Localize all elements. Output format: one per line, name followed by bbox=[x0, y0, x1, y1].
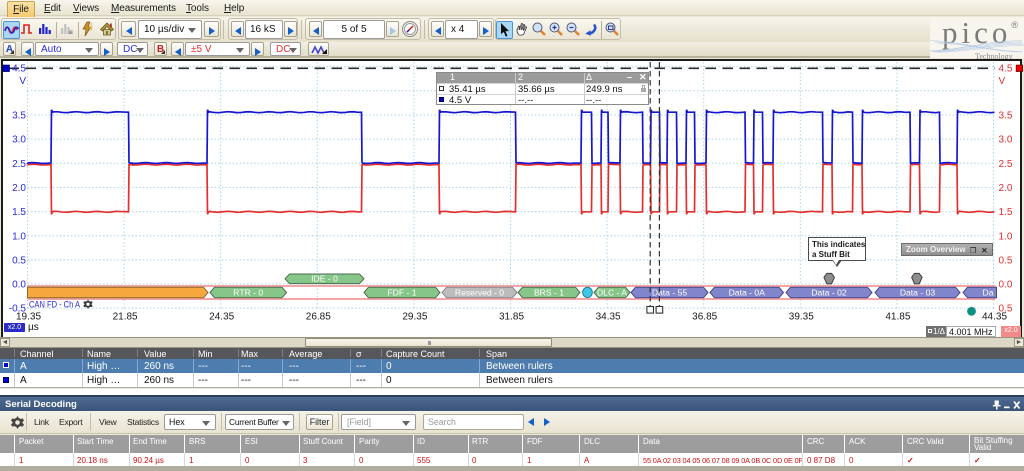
svg-text:Da: Da bbox=[983, 287, 994, 297]
svg-text:FDF - 1: FDF - 1 bbox=[387, 287, 416, 297]
svg-text:3.0: 3.0 bbox=[12, 135, 26, 146]
svg-text:BRS - 1: BRS - 1 bbox=[534, 287, 564, 297]
svg-text:RTR - 0: RTR - 0 bbox=[233, 287, 263, 297]
svg-text:3.5: 3.5 bbox=[12, 111, 26, 122]
svg-text:-0.5: -0.5 bbox=[9, 304, 27, 315]
svg-text:2.0: 2.0 bbox=[12, 183, 26, 194]
svg-text:31.85: 31.85 bbox=[499, 312, 524, 323]
svg-text:Data - 0A: Data - 0A bbox=[729, 287, 766, 297]
svg-text:4.5: 4.5 bbox=[999, 64, 1013, 75]
svg-text:36.85: 36.85 bbox=[692, 312, 717, 323]
svg-text:24.35: 24.35 bbox=[209, 312, 234, 323]
svg-text:2.0: 2.0 bbox=[999, 183, 1013, 194]
svg-text:Data - 55: Data - 55 bbox=[652, 287, 688, 297]
svg-text:Data - 03: Data - 03 bbox=[900, 287, 936, 297]
svg-text:2.5: 2.5 bbox=[12, 159, 26, 170]
svg-text:1.0: 1.0 bbox=[12, 231, 26, 242]
svg-text:26.85: 26.85 bbox=[306, 312, 331, 323]
svg-text:41.85: 41.85 bbox=[885, 312, 910, 323]
svg-text:29.35: 29.35 bbox=[402, 312, 427, 323]
svg-text:IDE - 0: IDE - 0 bbox=[311, 274, 338, 284]
svg-text:Data - 02: Data - 02 bbox=[811, 287, 847, 297]
svg-text:0.0: 0.0 bbox=[12, 280, 26, 291]
svg-text:21.85: 21.85 bbox=[113, 312, 138, 323]
svg-text:2.5: 2.5 bbox=[999, 159, 1013, 170]
svg-text:CAN FD - Ch A: CAN FD - Ch A bbox=[29, 299, 80, 309]
svg-text:39.35: 39.35 bbox=[789, 312, 814, 323]
svg-text:1.5: 1.5 bbox=[999, 207, 1013, 218]
svg-text:0.5: 0.5 bbox=[999, 255, 1013, 266]
svg-text:1.0: 1.0 bbox=[999, 231, 1013, 242]
svg-text:DLC - A: DLC - A bbox=[597, 287, 627, 297]
svg-text:V: V bbox=[999, 76, 1006, 87]
svg-text:34.35: 34.35 bbox=[596, 312, 621, 323]
svg-text:0.0: 0.0 bbox=[999, 280, 1013, 291]
svg-text:3.0: 3.0 bbox=[999, 135, 1013, 146]
svg-text:4.5: 4.5 bbox=[12, 64, 26, 75]
svg-text:Reserved - 0: Reserved - 0 bbox=[455, 287, 504, 297]
svg-text:0.5: 0.5 bbox=[12, 255, 26, 266]
svg-text:1.5: 1.5 bbox=[12, 207, 26, 218]
svg-text:V: V bbox=[19, 76, 26, 87]
svg-text:3.5: 3.5 bbox=[999, 111, 1013, 122]
svg-text:0.5: 0.5 bbox=[999, 304, 1013, 315]
